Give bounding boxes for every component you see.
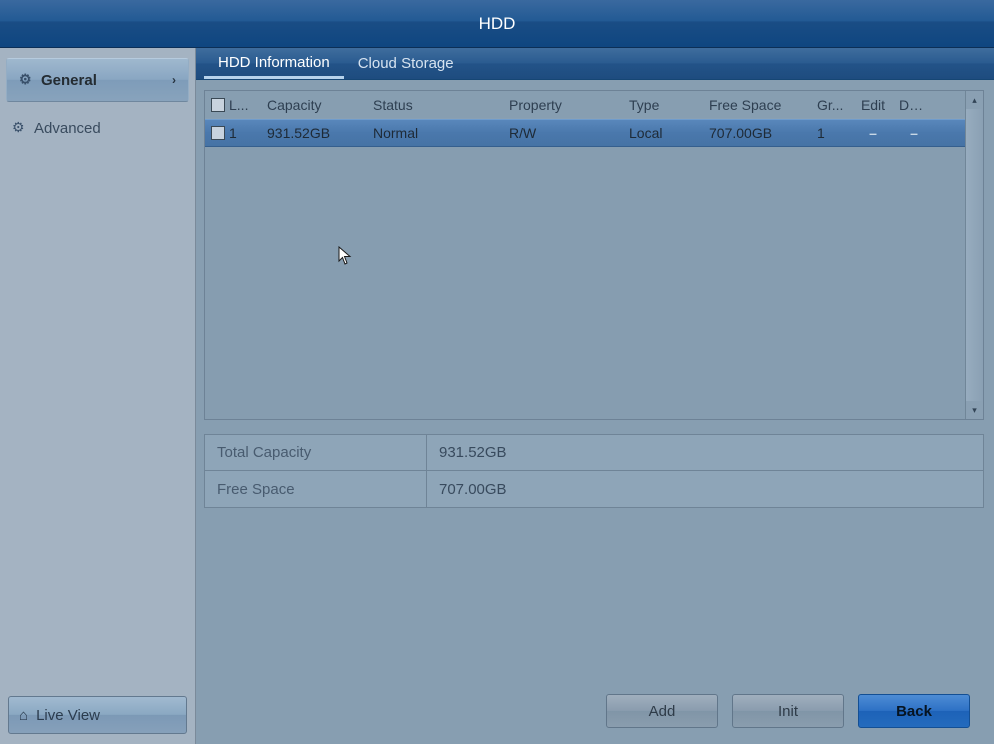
cell-select[interactable]: 1 bbox=[205, 125, 261, 141]
window-title: HDD bbox=[479, 14, 516, 34]
init-button[interactable]: Init bbox=[732, 694, 844, 728]
add-button[interactable]: Add bbox=[606, 694, 718, 728]
col-header-property[interactable]: Property bbox=[503, 97, 623, 113]
scroll-up-button[interactable]: ▴ bbox=[966, 91, 983, 109]
spacer bbox=[204, 508, 984, 682]
tab-cloud-storage[interactable]: Cloud Storage bbox=[344, 48, 468, 79]
footer-actions: Add Init Back bbox=[204, 682, 984, 744]
main-panel: HDD Information Cloud Storage L... Cap bbox=[196, 48, 994, 744]
summary-value: 931.52GB bbox=[427, 435, 983, 470]
row-checkbox[interactable] bbox=[211, 126, 225, 140]
cell-group: 1 bbox=[811, 125, 853, 141]
tab-label: HDD Information bbox=[218, 54, 330, 71]
sidebar-item-advanced[interactable]: Advanced bbox=[0, 106, 195, 150]
col-header-capacity[interactable]: Capacity bbox=[261, 97, 367, 113]
sidebar: General › Advanced Live View bbox=[0, 48, 196, 744]
col-header-group[interactable]: Gr... bbox=[811, 97, 853, 113]
col-header-status[interactable]: Status bbox=[367, 97, 503, 113]
live-view-button[interactable]: Live View bbox=[8, 696, 187, 734]
table-scrollbar[interactable]: ▴ ▾ bbox=[965, 91, 983, 419]
cell-status: Normal bbox=[367, 125, 503, 141]
gear-icon bbox=[12, 121, 26, 135]
sidebar-spacer bbox=[0, 150, 195, 686]
table-row[interactable]: 1 931.52GB Normal R/W Local 707.00GB 1 –… bbox=[205, 119, 965, 147]
cell-capacity: 931.52GB bbox=[261, 125, 367, 141]
button-label: Init bbox=[778, 703, 798, 720]
col-header-label[interactable]: L... bbox=[205, 97, 261, 113]
table-body: 1 931.52GB Normal R/W Local 707.00GB 1 –… bbox=[205, 119, 965, 419]
content-area: L... Capacity Status Property Type Free … bbox=[196, 80, 994, 744]
summary-row-free-space: Free Space 707.00GB bbox=[205, 471, 983, 507]
table-header-row: L... Capacity Status Property Type Free … bbox=[205, 91, 965, 119]
col-header-edit[interactable]: Edit bbox=[853, 97, 893, 113]
cell-number: 1 bbox=[229, 125, 237, 141]
live-view-label: Live View bbox=[36, 707, 100, 724]
col-header-text: L... bbox=[229, 97, 248, 113]
summary-panel: Total Capacity 931.52GB Free Space 707.0… bbox=[204, 434, 984, 508]
window-body: General › Advanced Live View HDD Informa… bbox=[0, 48, 994, 744]
col-header-type[interactable]: Type bbox=[623, 97, 703, 113]
table-body-wrap: L... Capacity Status Property Type Free … bbox=[205, 91, 965, 419]
summary-label: Total Capacity bbox=[205, 435, 427, 470]
title-bar: HDD bbox=[0, 0, 994, 48]
tabs: HDD Information Cloud Storage bbox=[196, 48, 994, 80]
summary-row-total-capacity: Total Capacity 931.52GB bbox=[205, 435, 983, 471]
sidebar-item-general[interactable]: General › bbox=[6, 58, 189, 102]
home-icon bbox=[19, 707, 28, 724]
sidebar-item-label: General bbox=[41, 72, 164, 89]
cell-type: Local bbox=[623, 125, 703, 141]
chevron-right-icon: › bbox=[172, 73, 176, 87]
cell-property: R/W bbox=[503, 125, 623, 141]
button-label: Back bbox=[896, 703, 932, 720]
summary-value: 707.00GB bbox=[427, 471, 983, 507]
tab-hdd-information[interactable]: HDD Information bbox=[204, 48, 344, 79]
scroll-down-button[interactable]: ▾ bbox=[966, 401, 983, 419]
cell-edit-button[interactable]: – bbox=[853, 125, 893, 141]
back-button[interactable]: Back bbox=[858, 694, 970, 728]
col-header-free-space[interactable]: Free Space bbox=[703, 97, 811, 113]
hdd-window: HDD General › Advanced Live View HDD Inf… bbox=[0, 0, 994, 744]
gear-icon bbox=[19, 73, 33, 87]
col-header-delete[interactable]: Del... bbox=[893, 97, 935, 113]
button-label: Add bbox=[649, 703, 676, 720]
cell-free-space: 707.00GB bbox=[703, 125, 811, 141]
select-all-checkbox[interactable] bbox=[211, 98, 225, 112]
cell-delete-button[interactable]: – bbox=[893, 125, 935, 141]
tab-label: Cloud Storage bbox=[358, 55, 454, 72]
sidebar-item-label: Advanced bbox=[34, 120, 183, 137]
hdd-table: L... Capacity Status Property Type Free … bbox=[204, 90, 984, 420]
summary-label: Free Space bbox=[205, 471, 427, 507]
